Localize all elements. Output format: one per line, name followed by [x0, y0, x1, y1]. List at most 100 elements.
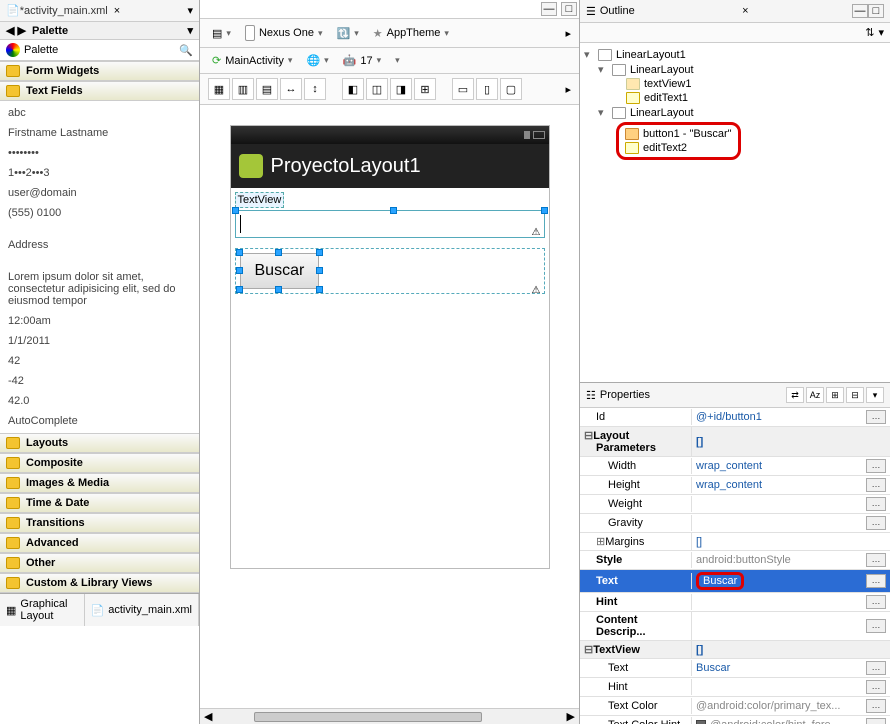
prop-value[interactable]: … [692, 514, 890, 532]
list-item[interactable]: abc [0, 103, 199, 123]
prop-section-textview[interactable]: ⊟TextView [] [580, 641, 890, 659]
close-icon[interactable]: × [742, 5, 748, 17]
minimize-button[interactable]: — [541, 2, 557, 16]
more-button[interactable]: … [866, 661, 886, 675]
list-item[interactable]: 1•••2•••3 [0, 163, 199, 183]
tool-btn-4[interactable]: ↔ [280, 78, 302, 100]
menu-icon[interactable]: ▾ [878, 26, 884, 39]
chevron-down-icon[interactable]: ▾ [187, 4, 193, 17]
minimize-button[interactable]: — [852, 4, 868, 18]
api-selector[interactable]: 🤖 17 ▾ [339, 52, 385, 69]
buscar-button[interactable]: Buscar [240, 253, 320, 289]
prop-row-width[interactable]: Width wrap_content… [580, 457, 890, 476]
toggle-view-button[interactable]: ▤▾ [208, 25, 235, 42]
more-button[interactable]: … [866, 459, 886, 473]
tool-btn-9[interactable]: ⊞ [414, 78, 436, 100]
prop-section-layout-params[interactable]: ⊟Layout Parameters [] [580, 427, 890, 457]
tree-node-edittext1[interactable]: editText1 [584, 91, 886, 105]
prop-value[interactable]: wrap_content… [692, 457, 890, 475]
tab-graphical-layout[interactable]: ▦ Graphical Layout [0, 594, 85, 626]
category-advanced[interactable]: Advanced [0, 533, 199, 553]
tree-node-textview1[interactable]: textView1 [584, 77, 886, 91]
more-button[interactable]: … [866, 497, 886, 511]
prop-row-text-color-hint[interactable]: Text Color Hint @android:color/hint_fore… [580, 716, 890, 724]
more-button[interactable]: … [866, 619, 886, 633]
prop-row-text-color[interactable]: Text Color @android:color/primary_tex...… [580, 697, 890, 716]
list-item[interactable]: 1/1/2011 [0, 331, 199, 351]
prop-value[interactable]: @android:color/primary_tex...… [692, 697, 890, 715]
tool-btn-8[interactable]: ◨ [390, 78, 412, 100]
tree-node-linear2[interactable]: ▾ LinearLayout [584, 105, 886, 120]
list-item[interactable]: •••••••• [0, 143, 199, 163]
prop-value[interactable]: … [692, 678, 890, 696]
tool-btn-7[interactable]: ◫ [366, 78, 388, 100]
props-menu[interactable]: ▾ [866, 387, 884, 403]
list-item[interactable]: -42 [0, 371, 199, 391]
chevron-down-icon[interactable]: ▾ [187, 24, 193, 37]
theme-selector[interactable]: ★ AppTheme ▾ [369, 25, 453, 42]
prop-value[interactable]: [] [692, 534, 890, 550]
category-composite[interactable]: Composite [0, 453, 199, 473]
more-button[interactable]: … [866, 699, 886, 713]
prop-row-text[interactable]: Text Buscar… [580, 570, 890, 593]
nav-arrows-icon[interactable]: ◀ ▶ [6, 24, 26, 37]
orientation-selector[interactable]: 🔃▾ [333, 25, 363, 42]
more-button[interactable]: … [866, 574, 886, 588]
prop-value[interactable]: android:buttonStyle… [692, 551, 890, 569]
prop-row-tv-text[interactable]: Text Buscar… [580, 659, 890, 678]
horizontal-scrollbar[interactable]: ◀ ▶ [200, 708, 579, 724]
sort-icon[interactable]: ⇅ [865, 26, 874, 39]
prop-value[interactable]: Buscar… [692, 570, 890, 592]
tool-btn-2[interactable]: ▥ [232, 78, 254, 100]
outline-tree[interactable]: ▾ LinearLayout1 ▾ LinearLayout textView1… [580, 43, 890, 383]
prop-value[interactable]: @android:color/hint_fore...… [692, 716, 890, 724]
device-selector[interactable]: Nexus One ▾ [241, 23, 327, 43]
prop-row-margins[interactable]: ⊞Margins [] [580, 533, 890, 551]
prop-row-height[interactable]: Height wrap_content… [580, 476, 890, 495]
collapse-icon[interactable]: ▾ [584, 48, 594, 61]
prop-row-style[interactable]: Style android:buttonStyle… [580, 551, 890, 570]
chevron-right-icon[interactable]: ▸ [565, 27, 571, 40]
prop-value[interactable]: Buscar… [692, 659, 890, 677]
prop-row-tv-hint[interactable]: Hint … [580, 678, 890, 697]
more-button[interactable]: … [866, 595, 886, 609]
tool-btn-11[interactable]: ▯ [476, 78, 498, 100]
phone-body[interactable]: TextView ⚠ Buscar [231, 188, 549, 568]
list-item[interactable]: user@domain [0, 183, 199, 203]
category-form-widgets[interactable]: Form Widgets [0, 61, 199, 81]
props-tool-2[interactable]: Aᴢ [806, 387, 824, 403]
tool-btn-12[interactable]: ▢ [500, 78, 522, 100]
prop-value[interactable]: … [692, 617, 890, 635]
prop-row-hint[interactable]: Hint … [580, 593, 890, 612]
list-item[interactable]: Lorem ipsum dolor sit amet, consectetur … [0, 267, 199, 311]
chevron-right-icon[interactable]: ▸ [565, 83, 571, 96]
category-time-date[interactable]: Time & Date [0, 493, 199, 513]
props-tool-1[interactable]: ⇄ [786, 387, 804, 403]
category-text-fields[interactable]: Text Fields [0, 81, 199, 101]
tool-btn-1[interactable]: ▦ [208, 78, 230, 100]
maximize-button[interactable]: □ [868, 4, 884, 18]
more-button[interactable]: … [866, 680, 886, 694]
tree-node-edittext2[interactable]: editText2 [625, 141, 732, 155]
list-item[interactable]: 42 [0, 351, 199, 371]
list-item[interactable]: 42.0 [0, 391, 199, 411]
tree-node-linear1[interactable]: ▾ LinearLayout [584, 62, 886, 77]
more-button[interactable]: … [866, 553, 886, 567]
category-layouts[interactable]: Layouts [0, 433, 199, 453]
props-tool-3[interactable]: ⊞ [826, 387, 844, 403]
list-item[interactable]: Address [0, 235, 199, 255]
linear-layout-horizontal[interactable]: Buscar ⚠ [235, 248, 545, 294]
prop-row-content-desc[interactable]: Content Descrip... … [580, 612, 890, 641]
locale-selector[interactable]: 🌐▾ [302, 52, 332, 69]
prop-value[interactable]: … [692, 495, 890, 513]
list-item[interactable]: (555) 0100 [0, 203, 199, 223]
more-button[interactable]: … [866, 410, 886, 424]
design-canvas[interactable]: ProyectoLayout1 TextView ⚠ Buscar [200, 105, 579, 708]
category-custom-library[interactable]: Custom & Library Views [0, 573, 199, 593]
category-transitions[interactable]: Transitions [0, 513, 199, 533]
prop-row-gravity[interactable]: Gravity … [580, 514, 890, 533]
collapse-icon[interactable]: ▾ [598, 106, 608, 119]
prop-value[interactable]: … [692, 593, 890, 611]
activity-selector[interactable]: ⟳ MainActivity ▾ [208, 52, 296, 69]
prop-row-weight[interactable]: Weight … [580, 495, 890, 514]
